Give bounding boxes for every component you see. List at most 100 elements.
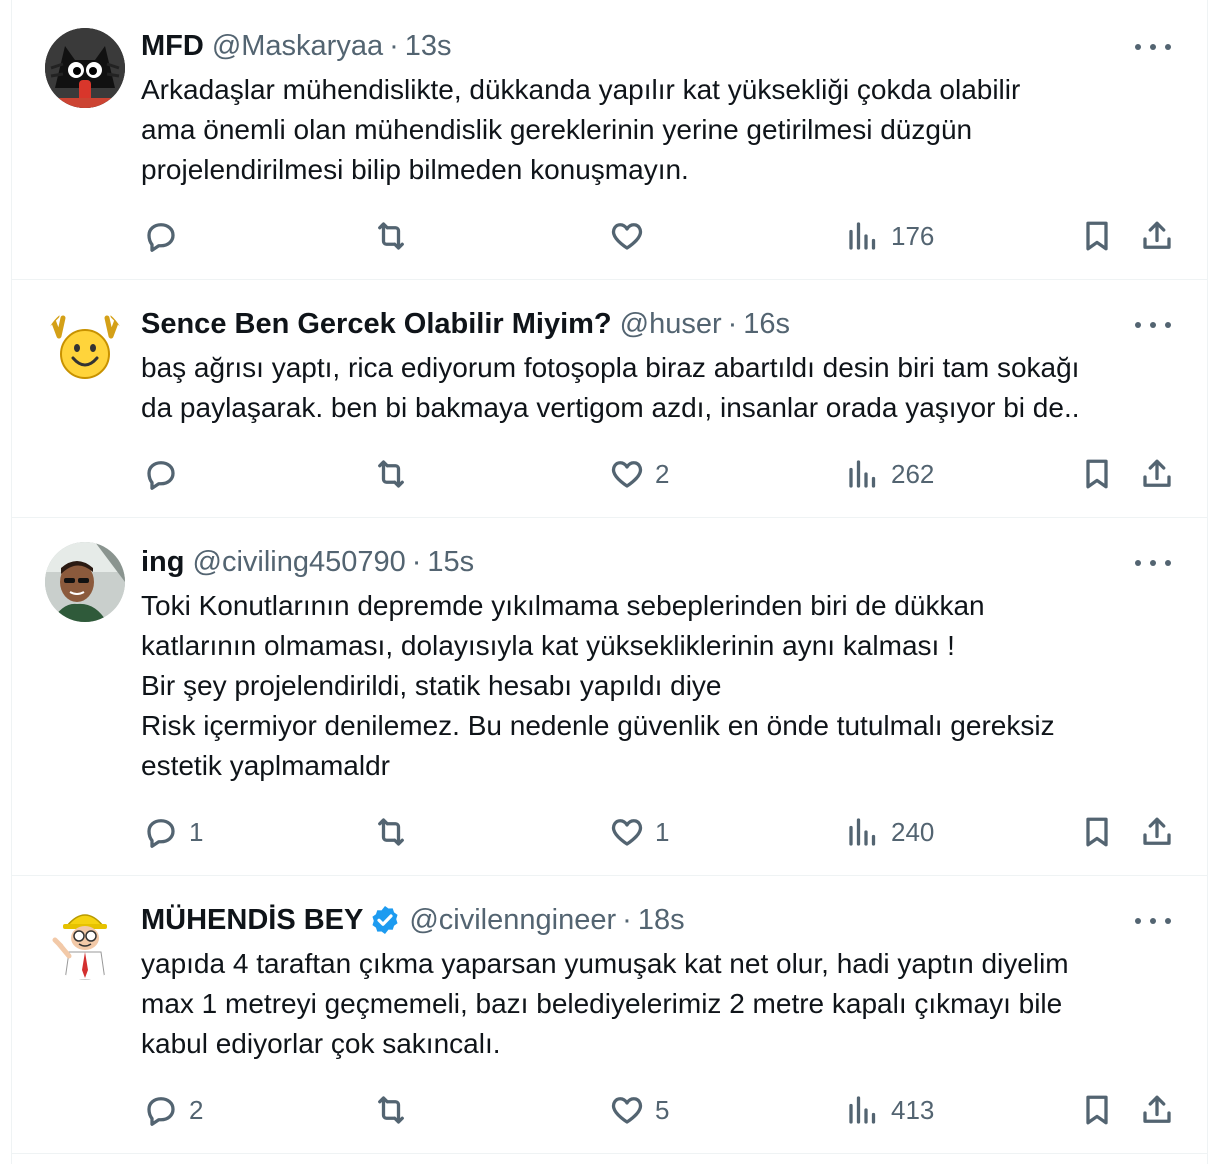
view-count: 176: [891, 220, 935, 251]
tweet[interactable]: Sence Ben Gercek Olabilir Miyim? @huser …: [12, 280, 1207, 518]
reply-count: 2: [189, 1094, 204, 1125]
reply-icon: [147, 819, 175, 848]
action-bar: 2 262: [141, 452, 1177, 496]
tweet-feed: MFD @Maskaryaa · 13s Arkadaşlar mühendis…: [11, 0, 1208, 1164]
user-handle[interactable]: @huser: [620, 308, 722, 341]
tweet-text: Arkadaşlar mühendislikte, dükkanda yapıl…: [141, 74, 1021, 185]
avatar[interactable]: [45, 28, 125, 108]
black-cat-avatar-icon: [45, 28, 125, 108]
bookmark-icon: [1086, 1095, 1108, 1125]
views-button[interactable]: 413: [845, 1088, 934, 1132]
avatar[interactable]: [45, 542, 125, 622]
bar-chart-icon: [849, 1096, 876, 1124]
reply-count: 1: [189, 816, 204, 847]
retweet-icon: [378, 222, 404, 250]
like-count: 5: [655, 1094, 670, 1125]
retweet-icon: [378, 1096, 404, 1124]
heart-icon: [611, 461, 643, 488]
tweet-text: yapıda 4 taraftan çıkma yaparsan yumuşak…: [141, 948, 1069, 1059]
action-bar: 2 5 413: [141, 1088, 1177, 1132]
views-button[interactable]: 176: [845, 214, 934, 258]
timestamp[interactable]: 15s: [427, 546, 474, 579]
timestamp[interactable]: 18s: [638, 904, 685, 937]
display-name[interactable]: MFD: [141, 30, 204, 63]
tweet-text: Toki Konutlarının depremde yıkılmama seb…: [141, 590, 1055, 781]
separator-dot: ·: [727, 307, 738, 340]
display-name[interactable]: Sence Ben Gercek Olabilir Miyim?: [141, 308, 612, 341]
bookmark-icon: [1086, 221, 1108, 251]
like-button[interactable]: 1: [609, 810, 669, 854]
share-button[interactable]: [1139, 810, 1175, 854]
reply-icon: [147, 1097, 175, 1126]
bookmark-button[interactable]: [1079, 1088, 1115, 1132]
tweet[interactable]: MÜHENDİS BEY @civilenngineer · 18s yapıd…: [12, 876, 1207, 1154]
heart-icon: [611, 1097, 643, 1124]
retweet-icon: [378, 818, 404, 846]
tweet-header: ing @civiling450790 · 15s: [141, 542, 1147, 582]
like-button[interactable]: [609, 214, 655, 258]
smiley-raised-hands-avatar-icon: [45, 306, 125, 386]
view-count: 413: [891, 1094, 935, 1125]
bar-chart-icon: [849, 222, 876, 250]
display-name[interactable]: ing: [141, 546, 185, 579]
tweet-header: MÜHENDİS BEY @civilenngineer · 18s: [141, 900, 1147, 940]
action-bar: 176: [141, 214, 1177, 258]
views-button[interactable]: 240: [845, 810, 934, 854]
retweet-icon: [378, 460, 404, 488]
more-options-icon[interactable]: [1135, 909, 1171, 933]
reply-icon: [147, 461, 175, 490]
bar-chart-icon: [849, 818, 876, 846]
user-handle[interactable]: @civiling450790: [193, 546, 406, 579]
like-count: 2: [655, 458, 670, 489]
share-button[interactable]: [1139, 1088, 1175, 1132]
bar-chart-icon: [849, 460, 876, 488]
reply-button[interactable]: 2: [143, 1088, 203, 1132]
timestamp[interactable]: 13s: [405, 30, 452, 63]
retweet-button[interactable]: [373, 1088, 419, 1132]
heart-icon: [611, 223, 643, 250]
more-options-icon[interactable]: [1135, 35, 1171, 59]
separator-dot: ·: [389, 29, 399, 62]
retweet-button[interactable]: [373, 214, 419, 258]
tweet-header: MFD @Maskaryaa · 13s: [141, 26, 1147, 66]
avatar[interactable]: [45, 306, 125, 386]
reply-button[interactable]: 1: [143, 810, 203, 854]
tweet[interactable]: ing @civiling450790 · 15s Toki Konutları…: [12, 518, 1207, 876]
retweet-button[interactable]: [373, 810, 419, 854]
engineer-hardhat-avatar-icon: [45, 900, 125, 980]
retweet-button[interactable]: [373, 452, 419, 496]
like-button[interactable]: 5: [609, 1088, 669, 1132]
avatar[interactable]: [45, 900, 125, 980]
share-icon: [1143, 817, 1171, 845]
bookmark-button[interactable]: [1079, 452, 1115, 496]
verified-badge-icon[interactable]: [369, 904, 401, 936]
man-in-car-avatar-icon: [45, 542, 125, 622]
bookmark-icon: [1086, 459, 1108, 489]
views-button[interactable]: 262: [845, 452, 934, 496]
more-options-icon[interactable]: [1135, 551, 1171, 575]
view-count: 240: [891, 816, 935, 847]
like-count: 1: [655, 816, 670, 847]
bookmark-button[interactable]: [1079, 810, 1115, 854]
like-button[interactable]: 2: [609, 452, 669, 496]
reply-icon: [147, 223, 175, 252]
timestamp[interactable]: 16s: [743, 308, 790, 341]
separator-dot: ·: [411, 545, 422, 578]
reply-button[interactable]: [143, 214, 189, 258]
display-name[interactable]: MÜHENDİS BEY: [141, 904, 363, 937]
heart-icon: [611, 819, 643, 846]
tweet[interactable]: MFD @Maskaryaa · 13s Arkadaşlar mühendis…: [12, 0, 1207, 280]
share-icon: [1143, 1095, 1171, 1123]
share-icon: [1143, 221, 1171, 249]
user-handle[interactable]: @Maskaryaa: [212, 30, 383, 63]
bookmark-icon: [1086, 817, 1108, 847]
reply-button[interactable]: [143, 452, 189, 496]
user-handle[interactable]: @civilenngineer: [409, 904, 616, 937]
bookmark-button[interactable]: [1079, 214, 1115, 258]
share-icon: [1143, 459, 1171, 487]
share-button[interactable]: [1139, 214, 1175, 258]
tweet-text: baş ağrısı yaptı, rica ediyorum fotoşopl…: [141, 352, 1080, 423]
separator-dot: ·: [622, 903, 632, 936]
more-options-icon[interactable]: [1135, 313, 1171, 337]
share-button[interactable]: [1139, 452, 1175, 496]
